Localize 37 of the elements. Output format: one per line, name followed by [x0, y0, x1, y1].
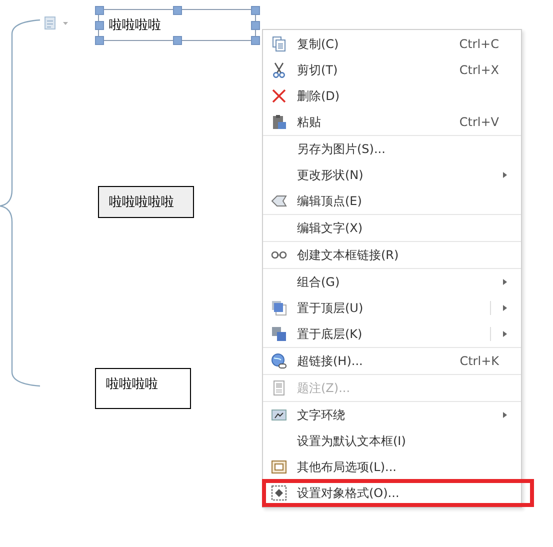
delete-icon [271, 88, 287, 104]
menu-item[interactable]: 其他布局选项(L)... [263, 454, 521, 480]
menu-item[interactable]: 组合(G) [263, 269, 521, 295]
menu-item[interactable]: 更改形状(N) [263, 162, 521, 188]
menu-item[interactable]: 置于顶层(U) [263, 295, 521, 321]
text-box[interactable]: 啦啦啦啦 [95, 368, 191, 409]
format-shape-icon [271, 485, 287, 501]
menu-item[interactable]: 编辑顶点(E) [263, 188, 521, 215]
menu-item[interactable]: 删除(D) [263, 83, 521, 109]
menu-item[interactable]: 置于底层(K) [263, 321, 521, 348]
edit-points-icon [271, 193, 287, 209]
send-to-back-icon [271, 326, 287, 342]
submenu-arrow-icon [503, 412, 507, 418]
menu-item[interactable]: 超链接(H)... Ctrl+K [263, 348, 521, 375]
menu-item[interactable]: 文字环绕 [263, 402, 521, 428]
menu-item[interactable]: 另存为图片(S)... [263, 136, 521, 162]
menu-item[interactable]: 创建文本框链接(R) [263, 242, 521, 269]
submenu-arrow-icon [503, 305, 507, 311]
menu-item[interactable]: 设置对象格式(O)... [263, 480, 533, 506]
menu-item[interactable]: 剪切(T) Ctrl+X [263, 57, 521, 83]
scissors-icon [271, 62, 287, 78]
layout-options-icon[interactable] [44, 16, 70, 30]
clipboard-icon [271, 114, 287, 130]
submenu-arrow-icon [503, 331, 507, 337]
text-box[interactable]: 啦啦啦啦啦 [98, 186, 194, 218]
copy-icon [271, 36, 287, 52]
menu-item[interactable]: 复制(C) Ctrl+C [263, 31, 521, 57]
frame-icon [271, 459, 287, 475]
menu-item[interactable]: 编辑文字(X) [263, 215, 521, 242]
menu-item[interactable]: 粘贴 Ctrl+V [263, 109, 521, 136]
caption-icon [271, 380, 287, 396]
submenu-arrow-icon [503, 172, 507, 178]
submenu-arrow-icon [503, 279, 507, 285]
text-wrap-icon [271, 407, 287, 423]
globe-link-icon [271, 353, 287, 369]
menu-item[interactable]: 设置为默认文本框(I) [263, 428, 521, 454]
bring-to-front-icon [271, 300, 287, 316]
